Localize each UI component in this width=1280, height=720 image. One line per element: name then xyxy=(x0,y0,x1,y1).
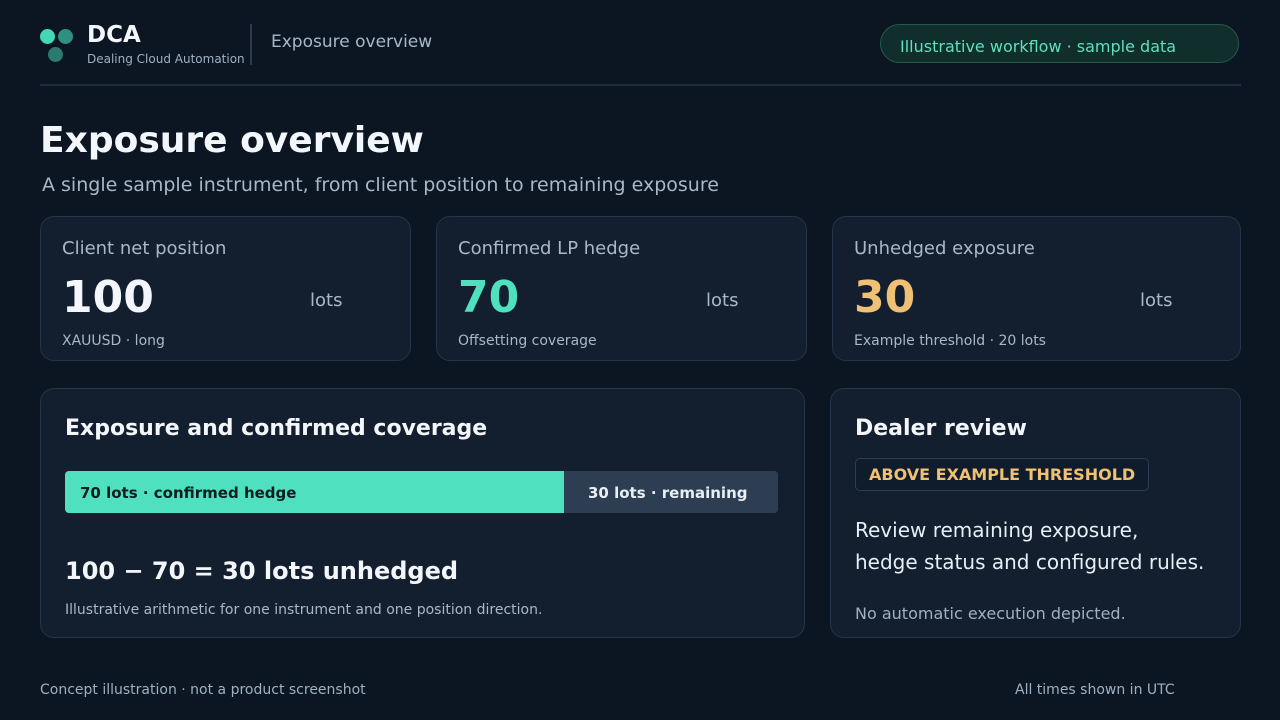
stat-label: Confirmed LP hedge xyxy=(458,238,641,259)
page-subtitle: A single sample instrument, from client … xyxy=(42,174,719,196)
sample-data-badge: Illustrative workflow · sample data xyxy=(880,24,1239,63)
stat-value: 100 xyxy=(62,272,154,323)
exposure-formula: 100 − 70 = 30 lots unhedged xyxy=(65,557,459,585)
stat-card-lp-hedge: Confirmed LP hedge 70 lots Offsetting co… xyxy=(436,216,807,361)
brand-name: DCA xyxy=(87,22,141,48)
threshold-badge: ABOVE EXAMPLE THRESHOLD xyxy=(855,458,1150,491)
brand: DCA Dealing Cloud Automation xyxy=(87,22,245,66)
review-text-line: hedge status and configured rules. xyxy=(855,550,1205,574)
remaining-label: 30 lots · remaining xyxy=(588,484,748,502)
stat-note: Example threshold · 20 lots xyxy=(854,333,1046,349)
hedged-label: 70 lots · confirmed hedge xyxy=(80,484,297,502)
breadcrumb: Exposure overview xyxy=(271,32,433,52)
stat-note: Offsetting coverage xyxy=(458,333,597,349)
review-text-line: Review remaining exposure, xyxy=(855,518,1139,542)
stat-label: Client net position xyxy=(62,238,227,259)
review-note: No automatic execution depicted. xyxy=(855,604,1126,623)
dca-logo-icon xyxy=(40,27,74,63)
coverage-bar: 70 lots · confirmed hedge 30 lots · rema… xyxy=(65,471,778,513)
coverage-bar-hedged: 70 lots · confirmed hedge xyxy=(65,471,564,513)
header-rule xyxy=(40,84,1241,86)
review-title: Dealer review xyxy=(855,416,1027,441)
exposure-overview-page: DCA Dealing Cloud Automation Exposure ov… xyxy=(0,0,1280,720)
dealer-review-card: Dealer review ABOVE EXAMPLE THRESHOLD Re… xyxy=(830,388,1241,638)
review-text: Review remaining exposure, hedge status … xyxy=(855,514,1204,578)
stat-unit: lots xyxy=(1140,290,1173,311)
stat-unit: lots xyxy=(310,290,343,311)
stat-unit: lots xyxy=(706,290,739,311)
coverage-card: Exposure and confirmed coverage 70 lots … xyxy=(40,388,805,638)
footer-disclaimer: Concept illustration · not a product scr… xyxy=(40,682,366,698)
page-title: Exposure overview xyxy=(40,120,424,161)
stat-card-client-position: Client net position 100 lots XAUUSD · lo… xyxy=(40,216,411,361)
stat-value: 30 xyxy=(854,272,916,323)
stat-value: 70 xyxy=(458,272,520,323)
stat-label: Unhedged exposure xyxy=(854,238,1035,259)
header-divider xyxy=(250,24,252,65)
brand-subtitle: Dealing Cloud Automation xyxy=(87,52,245,66)
formula-note: Illustrative arithmetic for one instrume… xyxy=(65,602,543,618)
stat-note: XAUUSD · long xyxy=(62,333,165,349)
stat-card-unhedged-exposure: Unhedged exposure 30 lots Example thresh… xyxy=(832,216,1241,361)
footer-timezone: All times shown in UTC xyxy=(1015,682,1175,698)
coverage-title: Exposure and confirmed coverage xyxy=(65,416,488,441)
